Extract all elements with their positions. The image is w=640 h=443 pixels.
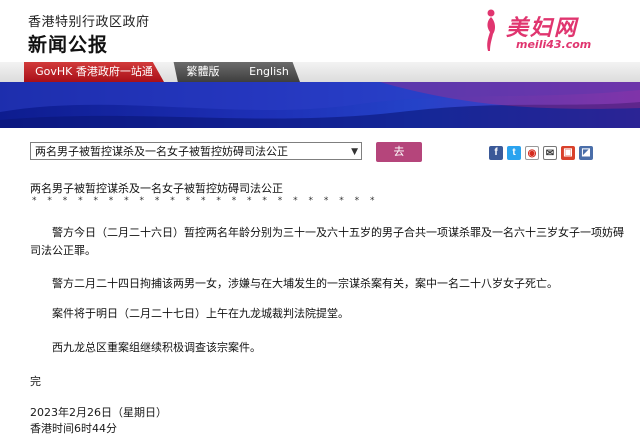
facebook-icon[interactable]: f (489, 146, 503, 160)
page-title: 新闻公报 (28, 34, 109, 56)
woman-silhouette-icon (487, 9, 496, 51)
divider-stars: * * * * * * * * * * * * * * * * * * * * … (32, 196, 379, 206)
article-select-value: 两名男子被暂控谋杀及一名女子被暂控妨碍司法公正 (35, 145, 288, 158)
header-banner (0, 82, 640, 128)
page-header: 香港特别行政区政府 新闻公报 美妇网 meili43.com (0, 0, 640, 62)
print-icon[interactable]: ▣ (561, 146, 575, 160)
publish-date: 2023年2月26日（星期日） (30, 406, 167, 419)
banner-wave-graphic (0, 82, 640, 128)
email-icon[interactable]: ✉ (543, 146, 557, 160)
article-paragraph-2: 警方二月二十四日拘捕该两男一女，涉嫌与在大埔发生的一宗谋杀案有关，案中一名二十八… (52, 277, 558, 290)
watermark-url: meili43.com (516, 38, 592, 51)
article-paragraph-3: 案件将于明日（二月二十七日）上午在九龙城裁判法院提堂。 (52, 307, 349, 320)
chevron-down-icon: ▼ (351, 147, 358, 157)
article-paragraph-1: 警方今日（二月二十六日）暂控两名年龄分别为三十一及六十五岁的男子合共一项谋杀罪及… (30, 226, 624, 257)
weibo-icon[interactable]: ◉ (525, 146, 539, 160)
end-mark: 完 (30, 375, 41, 388)
rss-icon[interactable]: ◪ (579, 146, 593, 160)
traditional-chinese-link[interactable]: 繁體版 (173, 62, 238, 82)
govhk-link[interactable]: GovHK 香港政府一站通 (24, 62, 164, 82)
article-select[interactable]: 两名男子被暂控谋杀及一名女子被暂控妨碍司法公正 ▼ (30, 142, 362, 160)
go-button[interactable]: 去 (376, 142, 422, 162)
article-paragraph-4: 西九龙总区重案组继续积极调查该宗案件。 (52, 341, 261, 354)
government-name: 香港特别行政区政府 (28, 15, 150, 30)
toolbar: 两名男子被暂控谋杀及一名女子被暂控妨碍司法公正 ▼ 去 f t ◉ ✉ ▣ ◪ (0, 140, 640, 166)
top-nav: GovHK 香港政府一站通 繁體版 English (0, 62, 640, 82)
watermark-logo: 美妇网 meili43.com (476, 6, 626, 58)
publish-time: 香港时间6时44分 (30, 422, 117, 435)
english-link[interactable]: English (238, 62, 300, 82)
article-headline: 两名男子被暂控谋杀及一名女子被暂控妨碍司法公正 (30, 182, 283, 195)
twitter-icon[interactable]: t (507, 146, 521, 160)
